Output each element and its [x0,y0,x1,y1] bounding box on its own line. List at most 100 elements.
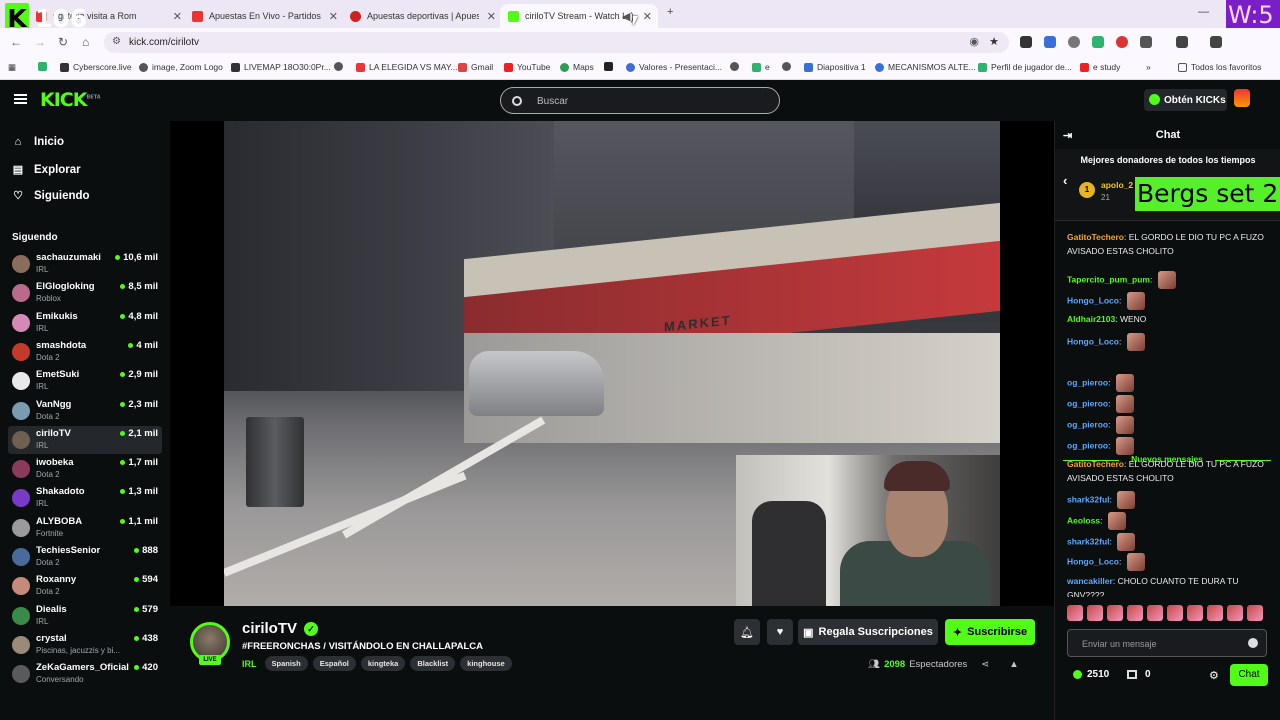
sidebar-channel[interactable]: crystal Piscinas, jacuzzis y bi... 438 [8,631,162,659]
send-chat-button[interactable]: Chat [1230,664,1268,686]
bookmark-item[interactable] [334,62,347,71]
emote-icon[interactable] [1147,605,1163,621]
chat-username[interactable]: og_pieroo [1067,419,1108,429]
bookmark-item[interactable]: Valores - Presentaci... [626,62,722,72]
sidebar-channel[interactable]: EmetSuki IRL 2,9 mil [8,367,162,395]
emote-icon[interactable] [1127,605,1143,621]
subscribe-button[interactable]: ✦ Suscribirse [945,619,1035,645]
menu-icon[interactable] [1210,36,1222,48]
bookmark-item[interactable]: MECANISMOS ALTE... [875,62,976,72]
category-link[interactable]: IRL [242,659,257,669]
chat-username[interactable]: og_pieroo [1067,377,1108,387]
sidebar-channel[interactable]: Emikukis IRL 4,8 mil [8,309,162,337]
browser-tab[interactable]: Apuestas En Vivo - Partidos de ✕ [184,4,344,28]
sidebar-channel[interactable]: TechiesSenior Dota 2 888 [8,543,162,571]
sidebar-channel[interactable]: sachauzumaki IRL 10,6 mil [8,250,162,278]
sidebar-item-following[interactable]: ♡ Siguiendo [12,189,90,203]
more-bookmarks-icon[interactable]: » [1146,62,1151,72]
emote-icon[interactable] [1107,605,1123,621]
close-tab-icon[interactable]: ✕ [487,10,496,23]
sidebar-channel[interactable]: iwobeka Dota 2 1,7 mil [8,455,162,483]
extension-icon[interactable] [1068,36,1080,48]
sidebar-channel[interactable]: ElGlogloking Roblox 8,5 mil [8,279,162,307]
sidebar-channel[interactable]: Diealis IRL 579 [8,602,162,630]
sidebar-channel[interactable]: ciriloTV IRL 2,1 mil [8,425,162,454]
all-bookmarks[interactable]: Todos los favoritos [1178,62,1261,72]
sidebar-item-browse[interactable]: ▤ Explorar [12,163,81,177]
chevron-left-icon[interactable]: ‹ [1063,173,1067,188]
sidebar-channel[interactable]: Shakadoto IRL 1,3 mil [8,484,162,512]
bookmark-item[interactable] [604,62,617,71]
sidebar-channel[interactable]: Roxanny Dota 2 594 [8,572,162,600]
bookmark-item[interactable]: LIVEMAP 18O30:0Pr... [231,62,331,72]
tag[interactable]: Español [312,656,356,671]
eye-off-icon[interactable]: ◉ [969,35,979,48]
bookmark-item[interactable]: YouTube [504,62,550,72]
chat-username[interactable]: wancakiller [1067,576,1113,586]
emote-icon[interactable] [1227,605,1243,621]
emote-icon[interactable] [1207,605,1223,621]
emote-icon[interactable] [1067,605,1083,621]
bookmark-item[interactable]: LA ELEGIDA VS MAY... [356,62,458,72]
chat-username[interactable]: Hongo_Loco [1067,295,1119,305]
chat-username[interactable]: shark32ful [1067,536,1110,546]
close-tab-icon[interactable]: ✕ [173,10,182,23]
apps-icon[interactable]: ▦ [8,62,16,73]
bookmark-item[interactable]: e study [1080,62,1120,72]
bookmark-item[interactable]: Cyberscore.live [60,62,132,72]
search-input[interactable]: Buscar [500,87,780,114]
tag[interactable]: Spanish [264,656,308,671]
bookmark-item[interactable]: Diapositiva 1 [804,62,866,72]
url-field[interactable]: ⚙ kick.com/cirilotv ◉ ★ [104,32,1009,53]
star-icon[interactable]: ★ [989,35,999,48]
close-tab-icon[interactable]: ✕ [329,10,338,23]
bookmark-item[interactable] [730,62,743,71]
kick-logo[interactable]: KICKBETA [40,89,101,111]
chat-username[interactable]: og_pieroo [1067,440,1108,450]
new-tab-icon[interactable]: + [667,6,673,18]
bookmark-item[interactable]: e [752,62,770,72]
gift-subs-button[interactable]: ▣ Regala Suscripciones [798,619,938,645]
user-avatar[interactable] [1234,89,1250,107]
chat-username[interactable]: Hongo_Loco [1067,556,1119,566]
back-icon[interactable]: ← [10,35,22,49]
notification-bell-button[interactable]: 🔔︎ [734,619,760,645]
forward-icon[interactable]: → [34,35,46,49]
chest-count[interactable]: 0 [1127,669,1151,680]
follow-button[interactable]: ♥ [767,619,793,645]
sidebar-channel[interactable]: ZeKaGamers_Oficial Conversando 420 [8,660,162,688]
collapse-chat-icon[interactable]: ⇥ [1063,129,1072,142]
bookmark-item[interactable]: image, Zoom Logo [139,62,223,72]
bookmark-item[interactable]: Gmail [458,62,493,72]
report-icon[interactable]: ▲ [1009,659,1018,670]
bookmark-item[interactable]: Perfil de jugador de... [978,62,1072,72]
extension-icon[interactable] [1020,36,1032,48]
chat-settings-icon[interactable]: ⚙ [1209,669,1219,682]
bookmark-manager-icon[interactable] [1176,36,1188,48]
home-icon[interactable]: ⌂ [82,35,89,49]
bookmark-item[interactable] [782,62,795,71]
chat-username[interactable]: Aldhair2103 [1067,314,1115,324]
reload-icon[interactable]: ↻ [58,35,68,49]
emoji-icon[interactable] [1248,638,1258,648]
chat-username[interactable]: GatitoTechero [1067,232,1124,242]
chat-username[interactable]: Hongo_Loco [1067,336,1119,346]
emote-icon[interactable] [1087,605,1103,621]
chat-username[interactable]: Tapercito_pum_pum [1067,274,1150,284]
extension-icon[interactable] [1116,36,1128,48]
bookmark-item[interactable] [38,62,51,71]
video-player[interactable]: MARKET [224,121,1000,606]
browser-tab[interactable]: Apuestas deportivas | Apuestas ✕ [342,4,502,28]
menu-toggle-icon[interactable] [14,94,27,104]
tag[interactable]: Blacklist [410,656,456,671]
bookmark-item[interactable]: Maps [560,62,594,72]
emote-icon[interactable] [1167,605,1183,621]
extension-icon[interactable] [1044,36,1056,48]
sidebar-channel[interactable]: smashdota Dota 2 4 mil [8,338,162,366]
donor-name[interactable]: apolo_2 [1101,180,1133,190]
chat-username[interactable]: og_pieroo [1067,398,1108,408]
emote-icon[interactable] [1187,605,1203,621]
share-icon[interactable]: ⋖ [981,659,989,670]
sidebar-item-home[interactable]: ⌂ Inicio [12,136,64,148]
channel-name[interactable]: ciriloTV ✓ [242,620,319,637]
